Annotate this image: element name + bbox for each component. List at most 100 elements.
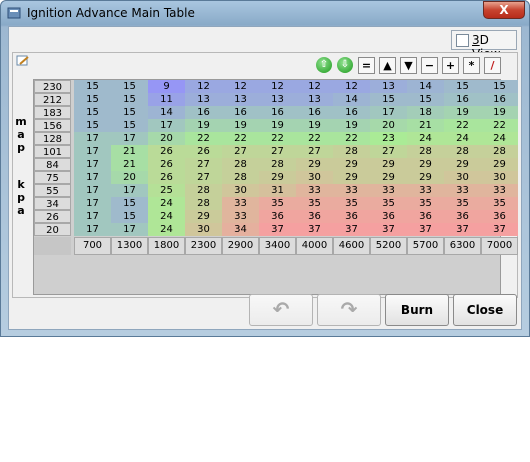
table-cell[interactable]: 30 — [185, 223, 222, 236]
y-axis-value[interactable]: 75 — [34, 171, 71, 184]
x-axis-value[interactable]: 4600 — [333, 237, 370, 255]
table-cell[interactable]: 37 — [259, 223, 296, 236]
table-cell[interactable]: 29 — [333, 158, 370, 171]
table-cell[interactable]: 17 — [74, 145, 111, 158]
table-cell[interactable]: 13 — [296, 93, 333, 106]
table-cell[interactable]: 15 — [111, 197, 148, 210]
table-cell[interactable]: 13 — [259, 93, 296, 106]
table-cell[interactable]: 21 — [407, 119, 444, 132]
table-cell[interactable]: 13 — [222, 93, 259, 106]
up-icon[interactable]: ⇧ — [316, 57, 333, 74]
table-cell[interactable]: 27 — [259, 145, 296, 158]
table-cell[interactable]: 27 — [296, 145, 333, 158]
table-cell[interactable]: 33 — [481, 184, 518, 197]
table-cell[interactable]: 17 — [74, 171, 111, 184]
table-cell[interactable]: 37 — [481, 223, 518, 236]
table-cell[interactable]: 28 — [222, 171, 259, 184]
table-cell[interactable]: 30 — [444, 171, 481, 184]
x-axis-value[interactable]: 5200 — [370, 237, 407, 255]
y-axis-value[interactable]: 230 — [34, 80, 71, 93]
increment-button[interactable]: ▲ — [379, 57, 396, 74]
table-cell[interactable]: 15 — [74, 106, 111, 119]
table-cell[interactable]: 24 — [444, 132, 481, 145]
table-cell[interactable]: 26 — [148, 158, 185, 171]
table-cell[interactable]: 14 — [333, 93, 370, 106]
table-cell[interactable]: 23 — [370, 132, 407, 145]
y-axis-value[interactable]: 101 — [34, 145, 71, 158]
table-cell[interactable]: 12 — [222, 80, 259, 93]
x-axis-value[interactable]: 3400 — [259, 237, 296, 255]
table-cell[interactable]: 13 — [370, 80, 407, 93]
table-cell[interactable]: 16 — [222, 106, 259, 119]
table-cell[interactable]: 24 — [481, 132, 518, 145]
table-cell[interactable]: 36 — [481, 210, 518, 223]
table-cell[interactable]: 36 — [444, 210, 481, 223]
table-cell[interactable]: 19 — [333, 119, 370, 132]
table-cell[interactable]: 30 — [222, 184, 259, 197]
subtract-button[interactable]: − — [421, 57, 438, 74]
table-cell[interactable]: 17 — [111, 223, 148, 236]
table-cell[interactable]: 15 — [370, 93, 407, 106]
set-equal-button[interactable]: = — [358, 57, 375, 74]
x-axis-value[interactable]: 4000 — [296, 237, 333, 255]
table-cell[interactable]: 17 — [111, 184, 148, 197]
table-cell[interactable]: 30 — [296, 171, 333, 184]
table-cell[interactable]: 33 — [296, 184, 333, 197]
table-cell[interactable]: 12 — [259, 80, 296, 93]
table-cell[interactable]: 29 — [370, 158, 407, 171]
table-cell[interactable]: 35 — [333, 197, 370, 210]
table-cell[interactable]: 37 — [370, 223, 407, 236]
table-cell[interactable]: 15 — [74, 119, 111, 132]
table-cell[interactable]: 19 — [185, 119, 222, 132]
table-cell[interactable]: 24 — [407, 132, 444, 145]
burn-button[interactable]: Burn — [385, 294, 449, 326]
table-cell[interactable]: 12 — [185, 80, 222, 93]
y-axis-value[interactable]: 55 — [34, 184, 71, 197]
y-axis-value[interactable]: 26 — [34, 210, 71, 223]
table-cell[interactable]: 33 — [333, 184, 370, 197]
table-cell[interactable]: 16 — [333, 106, 370, 119]
y-axis-value[interactable]: 20 — [34, 223, 71, 236]
table-cell[interactable]: 36 — [296, 210, 333, 223]
x-axis-value[interactable]: 2300 — [185, 237, 222, 255]
table-cell[interactable]: 16 — [444, 93, 481, 106]
3d-view-checkbox[interactable]: 3D View — [451, 30, 517, 61]
table-cell[interactable]: 29 — [407, 158, 444, 171]
table-cell[interactable]: 17 — [74, 158, 111, 171]
table-cell[interactable]: 24 — [148, 197, 185, 210]
table-cell[interactable]: 14 — [148, 106, 185, 119]
table-cell[interactable]: 35 — [444, 197, 481, 210]
table-cell[interactable]: 17 — [74, 223, 111, 236]
table-cell[interactable]: 11 — [148, 93, 185, 106]
table-cell[interactable]: 36 — [259, 210, 296, 223]
x-axis-value[interactable]: 1800 — [148, 237, 185, 255]
table-cell[interactable]: 35 — [259, 197, 296, 210]
table-cell[interactable]: 26 — [185, 145, 222, 158]
table-cell[interactable]: 22 — [444, 119, 481, 132]
table-cell[interactable]: 15 — [111, 80, 148, 93]
table-cell[interactable]: 16 — [296, 106, 333, 119]
title-bar[interactable]: Ignition Advance Main Table X — [1, 1, 529, 25]
table-cell[interactable]: 27 — [370, 145, 407, 158]
table-cell[interactable]: 27 — [222, 145, 259, 158]
table-cell[interactable]: 28 — [481, 145, 518, 158]
table-cell[interactable]: 29 — [370, 171, 407, 184]
table-cell[interactable]: 15 — [111, 93, 148, 106]
table-cell[interactable]: 28 — [259, 158, 296, 171]
table-cell[interactable]: 37 — [407, 223, 444, 236]
table-cell[interactable]: 28 — [333, 145, 370, 158]
multiply-button[interactable]: * — [463, 57, 480, 74]
table-cell[interactable]: 37 — [444, 223, 481, 236]
table-cell[interactable]: 16 — [185, 106, 222, 119]
table-cell[interactable]: 17 — [148, 119, 185, 132]
table-cell[interactable]: 29 — [333, 171, 370, 184]
table-cell[interactable]: 15 — [111, 106, 148, 119]
x-axis-value[interactable]: 2900 — [222, 237, 259, 255]
table-cell[interactable]: 22 — [222, 132, 259, 145]
add-button[interactable]: + — [442, 57, 459, 74]
table-cell[interactable]: 14 — [407, 80, 444, 93]
table-cell[interactable]: 29 — [444, 158, 481, 171]
table-cell[interactable]: 33 — [407, 184, 444, 197]
table-cell[interactable]: 35 — [370, 197, 407, 210]
table-cell[interactable]: 19 — [444, 106, 481, 119]
